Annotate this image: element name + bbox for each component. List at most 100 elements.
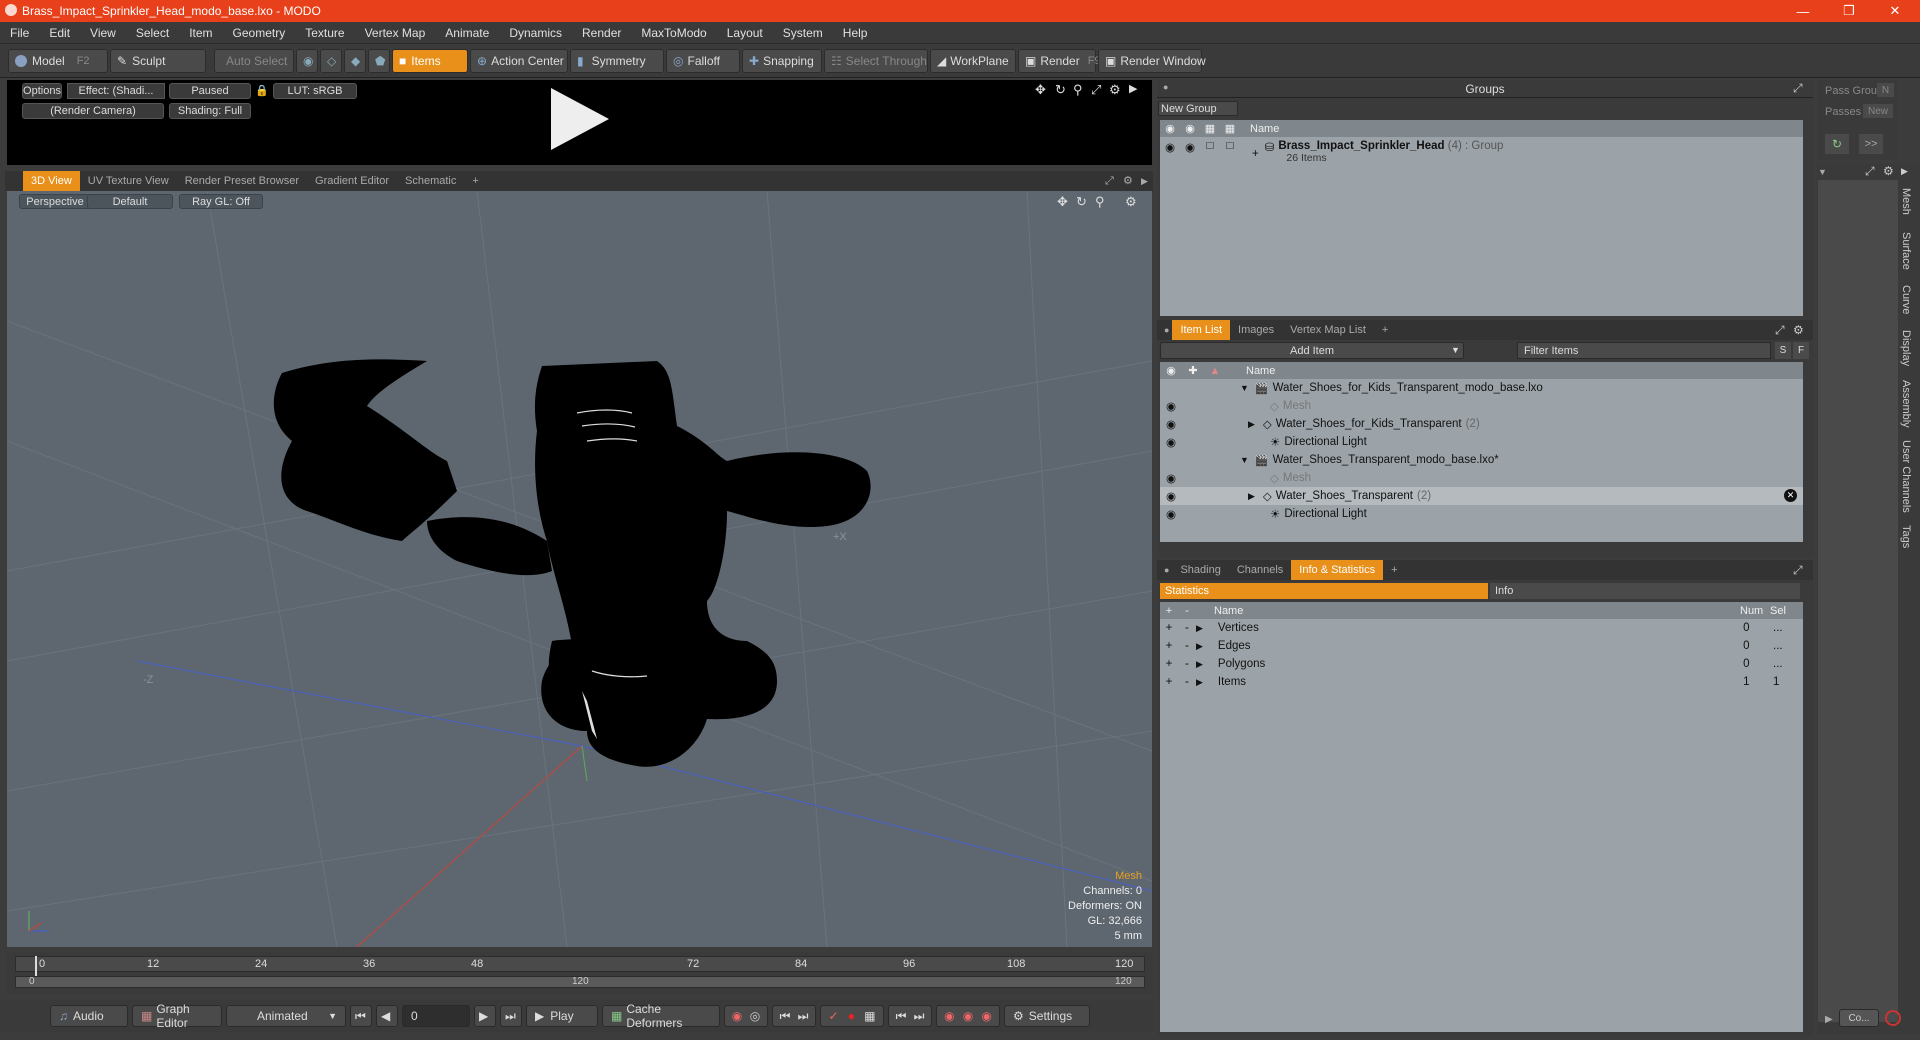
stats-row[interactable]: + - ▶ Polygons 0... (1160, 655, 1803, 673)
menu-texture[interactable]: Texture (295, 26, 354, 40)
cache-deformers-button[interactable]: ▦ Cache Deformers (602, 1002, 720, 1030)
row-add-icon[interactable]: + (1160, 676, 1178, 688)
projection-dropdown[interactable]: Perspective (19, 194, 91, 209)
sidebar-tab-assembly[interactable]: Assembly (1900, 380, 1912, 428)
item-eye-icon[interactable]: ◉ (1160, 399, 1182, 413)
close-button[interactable]: ✕ (1872, 0, 1918, 22)
render-camera-dropdown[interactable]: (Render Camera) (22, 103, 164, 119)
group-row[interactable]: ◉ ◉ □ □ + ⛁ Brass_Impact_Sprinkler_Head … (1160, 137, 1803, 167)
workplane-button[interactable]: ◢ WorkPlane (930, 48, 1016, 73)
groups-col-visibility-icon[interactable]: ◉ (1160, 122, 1180, 135)
groups-col-lock-icon[interactable]: ▦ (1200, 122, 1220, 135)
sidebar-maximize-icon[interactable]: ⤢ (1865, 164, 1875, 179)
group-expand-icon[interactable]: + (1252, 148, 1259, 160)
row-add-icon[interactable]: + (1160, 622, 1178, 634)
viewport-maximize-icon[interactable]: ⤢ (1105, 171, 1114, 191)
item-eye-icon[interactable]: ◉ (1160, 435, 1182, 449)
range-nav-group[interactable]: ⏮ ⏭ (888, 1005, 932, 1027)
info-subtab[interactable]: Info (1490, 583, 1800, 599)
item-list[interactable]: ◉ ✚ ▲ Name ▼ 🎬 Water_Shoes_for_Kids_Transp… (1160, 362, 1803, 542)
viewport-options-gear-icon[interactable]: ⚙ (1125, 194, 1137, 210)
menu-maxtomodo[interactable]: MaxToModo (631, 26, 716, 40)
item-eye-icon[interactable]: ◉ (1160, 417, 1182, 431)
viewport-move-icon[interactable]: ✥ (1057, 194, 1068, 210)
stats-row[interactable]: + - ▶ Edges 0... (1160, 637, 1803, 655)
add-item-tab-button[interactable]: + (1374, 320, 1396, 340)
menu-select[interactable]: Select (126, 26, 179, 40)
items-mode-button[interactable]: ■ Items (392, 48, 468, 73)
list-item[interactable]: ◉ ☀ Directional Light (1160, 433, 1803, 451)
materials-mode-button[interactable]: ⬟ (368, 48, 390, 73)
tab-item-list[interactable]: Item List (1172, 320, 1231, 340)
render-paused-button[interactable]: Paused (169, 83, 251, 99)
vertices-mode-button[interactable]: ◉ (296, 48, 318, 73)
stats-row[interactable]: + - ▶ Vertices 0... (1160, 619, 1803, 637)
tab-images[interactable]: Images (1230, 320, 1282, 340)
row-remove-icon[interactable]: - (1178, 622, 1196, 634)
menu-view[interactable]: View (80, 26, 126, 40)
timeline[interactable]: 0 12 24 36 48 72 84 96 108 120 0 120 120 (7, 952, 1152, 994)
rotate-icon[interactable]: ↻ (1055, 82, 1066, 98)
more-button[interactable]: >> (1859, 134, 1883, 154)
settings-button[interactable]: ⚙ Settings (1004, 1005, 1090, 1027)
s-button[interactable]: S (1775, 342, 1791, 359)
item-list-gear-icon[interactable]: ⚙ (1793, 323, 1804, 337)
sidebar-tab-surface[interactable]: Surface (1900, 232, 1912, 270)
select-through-button[interactable]: ☷ Select Through (824, 48, 928, 73)
row-expand-icon[interactable]: ▶ (1196, 677, 1210, 688)
viewport-gear-icon[interactable]: ⚙ (1123, 171, 1133, 191)
row-add-icon[interactable]: + (1160, 640, 1178, 652)
group-select-icon[interactable]: □ (1220, 140, 1240, 152)
tab-render-preset-browser[interactable]: Render Preset Browser (177, 171, 307, 191)
shading-dropdown[interactable]: Shading: Full (169, 103, 251, 119)
item-eye-icon[interactable]: ◉ (1160, 507, 1182, 521)
group-eye-icon[interactable]: ◉ (1160, 140, 1180, 154)
add-item-chevron-icon[interactable]: ▼ (1451, 345, 1460, 355)
menu-animate[interactable]: Animate (435, 26, 499, 40)
menu-render[interactable]: Render (572, 26, 631, 40)
stats-row[interactable]: + - ▶ Items 1 1 (1160, 673, 1803, 691)
list-item[interactable]: ◉ ▶ ◇ Water_Shoes_for_Kids_Transparent (2) (1160, 415, 1803, 433)
sidebar-tab-curve[interactable]: Curve (1900, 285, 1912, 314)
tab-3d-view[interactable]: 3D View (23, 171, 80, 191)
move-icon[interactable]: ✥ (1035, 82, 1046, 98)
menu-item[interactable]: Item (179, 26, 222, 40)
row-expand-icon[interactable]: ▶ (1196, 641, 1210, 652)
item-col-eye-icon[interactable]: ◉ (1160, 364, 1182, 377)
sidebar-expand-icon[interactable]: ▶ (1901, 166, 1908, 177)
record-group[interactable]: ✓ ● ▦ (820, 1005, 884, 1027)
sidebar-gear-icon[interactable]: ⚙ (1883, 164, 1894, 178)
tab-shading[interactable]: Shading (1172, 560, 1228, 580)
add-tab-button[interactable]: + (464, 171, 486, 191)
list-item[interactable]: ◉ ◇ Mesh (1160, 397, 1803, 415)
item-list-maximize-icon[interactable]: ⤢ (1775, 323, 1785, 338)
go-end-button[interactable]: ⏭ (500, 1005, 522, 1027)
zoom-icon[interactable]: ⚲ (1073, 82, 1083, 98)
play-button[interactable]: ▶ Play (526, 1005, 598, 1027)
sculpt-button[interactable]: ✎ Sculpt (110, 48, 206, 73)
groups-list[interactable]: ◉ ◉ ▦ ▦ Name ◉ ◉ □ □ + ⛁ Brass_Impact_Sp… (1160, 120, 1803, 316)
3d-viewport[interactable]: Perspective Default Ray GL: Off ✥ ↻ ⚲ ⚙ … (7, 191, 1152, 947)
menu-vertex-map[interactable]: Vertex Map (355, 26, 436, 40)
group-render-icon[interactable]: ◉ (1180, 140, 1200, 154)
menu-geometry[interactable]: Geometry (223, 26, 296, 40)
viewport-style-dropdown[interactable]: Default (87, 194, 173, 209)
row-expand-icon[interactable]: ▶ (1196, 623, 1210, 634)
sidebar-tab-tags[interactable]: Tags (1900, 525, 1912, 548)
model-button[interactable]: Model F2 (8, 48, 108, 73)
collapse-arrow-icon[interactable]: ▼ (1240, 383, 1249, 393)
audio-button[interactable]: ♫ Audio (50, 1005, 128, 1027)
item-col-type-icon[interactable]: ▲ (1204, 365, 1226, 377)
maximize-button[interactable]: ❐ (1826, 0, 1872, 22)
timeline-ruler[interactable] (15, 956, 1145, 972)
action-center-button[interactable]: ⊕ Action Center (470, 48, 568, 73)
viewport-arrow-icon[interactable]: ▶ (1141, 171, 1148, 191)
expand-arrow-icon[interactable]: ▶ (1248, 491, 1255, 502)
statistics-subtab[interactable]: Statistics (1160, 583, 1488, 599)
symmetry-button[interactable]: ▮ Symmetry (570, 48, 664, 73)
menu-file[interactable]: File (0, 26, 39, 40)
render-options-button[interactable]: Options (22, 83, 62, 99)
new-pass-button[interactable]: New (1863, 104, 1893, 118)
item-col-lock-icon[interactable]: ✚ (1182, 364, 1204, 377)
maximize-icon[interactable]: ⤢ (1091, 82, 1101, 98)
